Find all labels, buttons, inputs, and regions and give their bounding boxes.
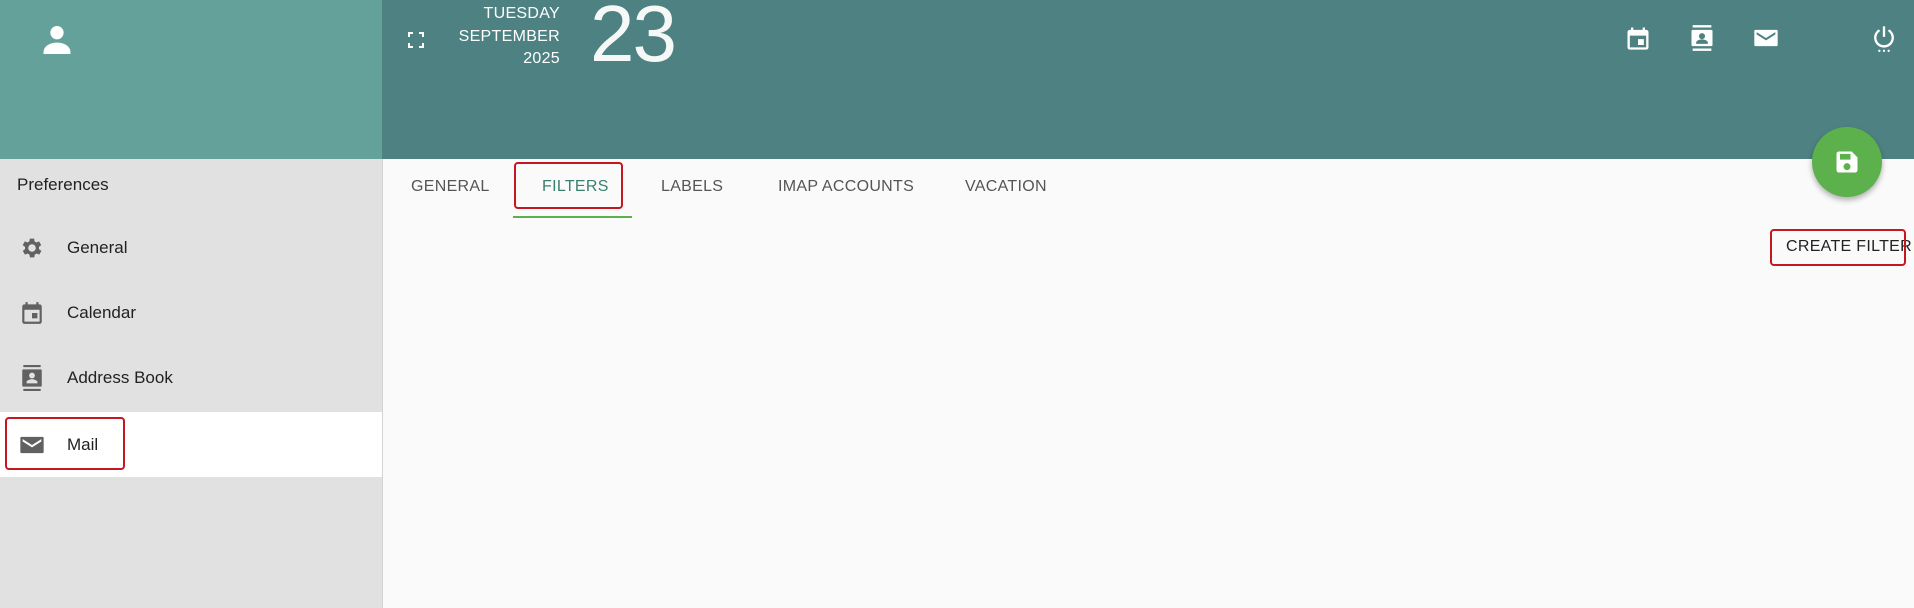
tab-vacation[interactable]: VACATION	[965, 178, 1047, 196]
sidebar-divider	[382, 159, 383, 608]
day-number: 23	[590, 0, 677, 78]
filters-tab-highlight-box	[514, 162, 623, 209]
calendar-icon[interactable]	[1622, 22, 1654, 54]
preferences-title: Preferences	[17, 175, 109, 194]
address-book-icon	[18, 364, 46, 392]
sidebar-item-general[interactable]: General	[0, 215, 382, 280]
sidebar-item-label: Calendar	[67, 302, 136, 322]
sidebar-item-calendar[interactable]: Calendar	[0, 280, 382, 345]
create-filter-highlight-box	[1770, 229, 1906, 266]
gear-icon	[18, 234, 46, 262]
sidebar-header	[0, 0, 382, 159]
save-button[interactable]	[1812, 127, 1882, 197]
tab-labels[interactable]: LABELS	[661, 178, 723, 196]
sidebar-item-label: Address Book	[67, 367, 173, 387]
tab-imap-accounts[interactable]: IMAP ACCOUNTS	[778, 178, 914, 196]
active-tab-indicator	[513, 216, 632, 218]
calendar-icon	[18, 299, 46, 327]
tab-general[interactable]: GENERAL	[411, 178, 490, 196]
date-display: TUESDAY SEPTEMBER 2025	[459, 3, 560, 71]
address-book-icon[interactable]	[1686, 22, 1718, 54]
month: SEPTEMBER	[458, 27, 560, 45]
weekday: TUESDAY	[483, 5, 560, 22]
fullscreen-icon[interactable]	[403, 28, 429, 52]
year: 2025	[523, 50, 560, 67]
user-avatar-icon[interactable]	[38, 20, 76, 58]
sidebar-item-address-book[interactable]: Address Book	[0, 345, 382, 410]
save-icon	[1836, 151, 1858, 173]
sidebar-item-label: General	[67, 237, 128, 257]
main-content	[383, 159, 1914, 608]
power-icon[interactable]	[1868, 22, 1900, 54]
mail-highlight-box	[5, 417, 125, 470]
mail-icon[interactable]	[1750, 22, 1782, 54]
